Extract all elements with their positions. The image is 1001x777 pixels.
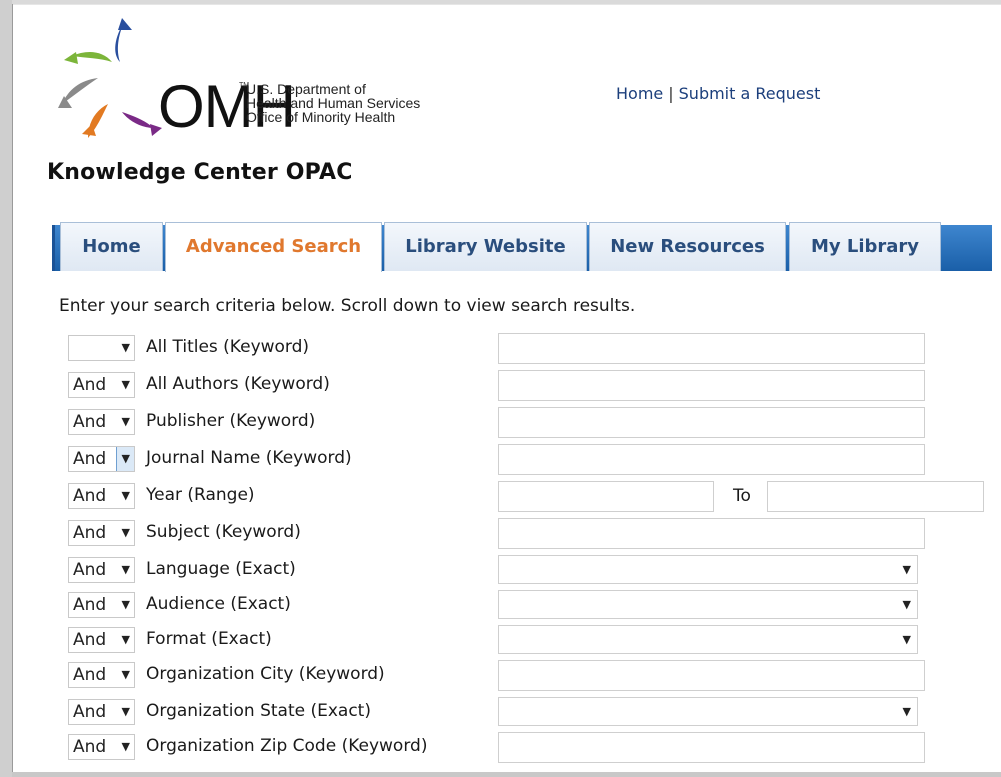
titles-input[interactable]: [498, 333, 925, 364]
operator-select[interactable]: And ▼: [68, 734, 135, 760]
caret-down-icon: ▼: [902, 705, 911, 718]
operator-select[interactable]: And ▼: [68, 372, 135, 398]
format-select[interactable]: ▼: [498, 625, 918, 654]
operator-select[interactable]: And ▼: [68, 520, 135, 546]
operator-select[interactable]: ▼: [68, 335, 135, 361]
publisher-input[interactable]: [498, 407, 925, 438]
audience-select[interactable]: ▼: [498, 590, 918, 619]
operator-value: And: [73, 523, 107, 543]
link-separator: |: [668, 84, 674, 103]
authors-input[interactable]: [498, 370, 925, 401]
caret-down-icon: ▼: [121, 563, 130, 576]
year-to-input[interactable]: [767, 481, 984, 512]
field-label: All Titles (Keyword): [146, 337, 310, 357]
caret-down-icon: ▼: [121, 452, 130, 465]
operator-select[interactable]: And ▼: [68, 662, 135, 688]
caret-down-icon: ▼: [121, 598, 130, 611]
operator-value: And: [73, 560, 107, 580]
operator-select[interactable]: And ▼: [68, 592, 135, 618]
operator-value: And: [73, 412, 107, 432]
caret-down-icon: ▼: [902, 563, 911, 576]
omh-pinwheel-logo-icon: [58, 18, 162, 138]
omh-logo[interactable]: OMH TM U.S. Department of Health and Hum…: [58, 16, 458, 138]
operator-select[interactable]: And ▼: [68, 557, 135, 583]
journal-input[interactable]: [498, 444, 925, 475]
caret-down-icon: ▼: [121, 489, 130, 502]
subject-input[interactable]: [498, 518, 925, 549]
operator-value: And: [73, 595, 107, 615]
language-select[interactable]: ▼: [498, 555, 918, 584]
caret-down-icon: ▼: [121, 415, 130, 428]
home-link[interactable]: Home: [616, 84, 663, 103]
tab-new-resources[interactable]: New Resources: [589, 222, 786, 271]
tab-my-library[interactable]: My Library: [789, 222, 941, 271]
search-instructions: Enter your search criteria below. Scroll…: [59, 296, 636, 316]
operator-value: And: [73, 486, 107, 506]
tab-home[interactable]: Home: [60, 222, 163, 271]
field-label: Subject (Keyword): [146, 522, 301, 542]
operator-value: And: [73, 665, 107, 685]
operator-value: And: [73, 737, 107, 757]
top-links: Home | Submit a Request: [616, 84, 820, 103]
org-state-select[interactable]: ▼: [498, 697, 918, 726]
field-label: Organization City (Keyword): [146, 664, 385, 684]
field-label: Format (Exact): [146, 629, 272, 649]
operator-select[interactable]: And ▼: [68, 627, 135, 653]
field-label: Audience (Exact): [146, 594, 291, 614]
tab-advanced-search[interactable]: Advanced Search: [165, 222, 382, 272]
caret-down-icon: ▼: [121, 378, 130, 391]
caret-down-icon: ▼: [121, 705, 130, 718]
operator-value: And: [73, 630, 107, 650]
page-title: Knowledge Center OPAC: [47, 160, 353, 185]
field-label: Organization State (Exact): [146, 701, 371, 721]
caret-down-icon: ▼: [902, 598, 911, 611]
field-label: Language (Exact): [146, 559, 296, 579]
range-to-label: To: [733, 486, 751, 506]
logo-line-2: Health and Human Services: [246, 95, 421, 111]
operator-value: And: [73, 375, 107, 395]
tab-library-website[interactable]: Library Website: [384, 222, 587, 271]
logo-line-3: Office of Minority Health: [246, 109, 396, 125]
operator-value: And: [73, 449, 107, 469]
year-from-input[interactable]: [498, 481, 714, 512]
operator-select[interactable]: And ▼: [68, 446, 135, 472]
org-zip-input[interactable]: [498, 732, 925, 763]
operator-select[interactable]: And ▼: [68, 699, 135, 725]
field-label: All Authors (Keyword): [146, 374, 330, 394]
field-label: Journal Name (Keyword): [146, 448, 352, 468]
caret-down-icon: ▼: [902, 633, 911, 646]
operator-select[interactable]: And ▼: [68, 483, 135, 509]
operator-value: And: [73, 702, 107, 722]
submit-request-link[interactable]: Submit a Request: [679, 84, 821, 103]
logo-line-1: U.S. Department of: [246, 81, 366, 97]
caret-down-icon: ▼: [121, 740, 130, 753]
operator-select[interactable]: And ▼: [68, 409, 135, 435]
caret-down-icon: ▼: [121, 668, 130, 681]
org-city-input[interactable]: [498, 660, 925, 691]
caret-down-icon: ▼: [121, 633, 130, 646]
field-label: Year (Range): [146, 485, 255, 505]
caret-down-icon: ▼: [121, 526, 130, 539]
caret-down-icon: ▼: [121, 341, 130, 354]
field-label: Organization Zip Code (Keyword): [146, 736, 428, 756]
field-label: Publisher (Keyword): [146, 411, 316, 431]
